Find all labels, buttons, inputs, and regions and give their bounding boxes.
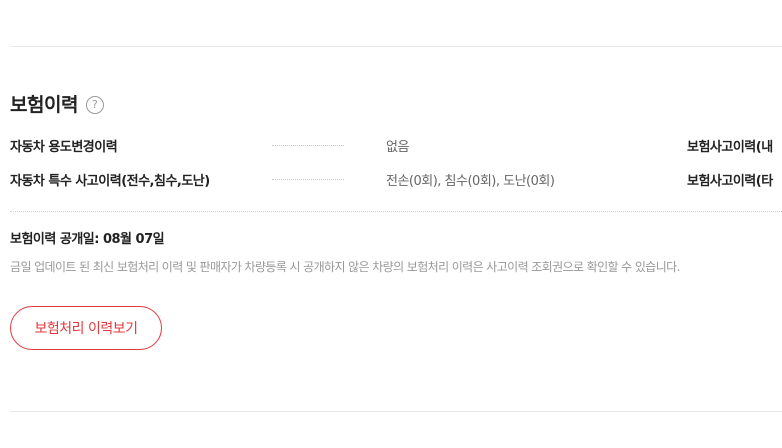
row-value: 전손(0회), 침수(0회), 도난(0회) [386, 174, 555, 189]
section-header: 보험이력 ? [10, 89, 104, 117]
dotted-divider [10, 211, 782, 212]
dotted-leader [272, 145, 344, 146]
row-label: 자동차 용도변경이력 [10, 140, 118, 155]
bottom-divider [10, 411, 782, 412]
dotted-leader [272, 179, 344, 180]
top-divider [10, 46, 782, 47]
row-label-right: 보험사고이력(타 [687, 174, 773, 189]
release-date-text: 보험이력 공개일: 08월 07일 [10, 232, 165, 247]
history-row-usage-change: 자동차 용도변경이력 없음 보험사고이력(내 [10, 136, 782, 156]
row-label-right: 보험사고이력(내 [687, 140, 773, 155]
row-value: 없음 [386, 140, 409, 155]
help-icon[interactable]: ? [85, 95, 104, 114]
section-title: 보험이력 [10, 93, 78, 116]
history-row-special-accident: 자동차 특수 사고이력(전수,침수,도난) 전손(0회), 침수(0회), 도난… [10, 170, 782, 190]
view-insurance-history-button[interactable]: 보험처리 이력보기 [10, 306, 162, 350]
row-label: 자동차 특수 사고이력(전수,침수,도난) [10, 174, 210, 189]
notice-text: 금일 업데이트 된 최신 보험처리 이력 및 판매자가 차량등록 시 공개하지 … [10, 260, 680, 274]
